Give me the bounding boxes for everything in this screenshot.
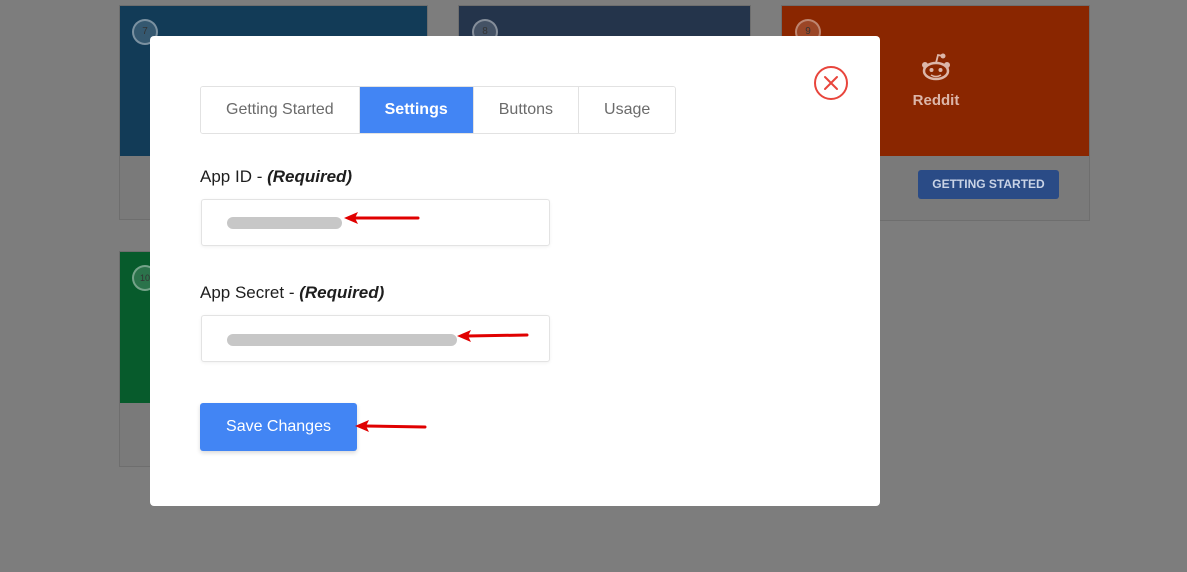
getting-started-button[interactable]: GETTING STARTED: [918, 170, 1059, 199]
redacted-value: [227, 217, 342, 229]
close-icon: [824, 76, 838, 90]
app-id-label: App ID - (Required): [200, 167, 352, 187]
tab-bar: Getting Started Settings Buttons Usage: [200, 86, 677, 134]
annotation-arrow-app-id: [344, 212, 420, 224]
background-card-10: 10: [119, 251, 158, 467]
tab-usage[interactable]: Usage: [579, 87, 676, 133]
tab-settings[interactable]: Settings: [359, 87, 474, 133]
tab-getting-started[interactable]: Getting Started: [201, 87, 360, 133]
settings-modal: Getting Started Settings Buttons Usage A…: [150, 36, 880, 506]
annotation-arrow-app-secret: [457, 330, 529, 342]
annotation-arrow-save: [355, 420, 427, 432]
lineapp-watermark: LineApp: [643, 149, 831, 201]
card-title: Reddit: [912, 92, 960, 109]
app-secret-label-text: App Secret -: [200, 283, 295, 302]
required-marker: (Required): [267, 167, 353, 186]
app-secret-label: App Secret - (Required): [200, 283, 384, 303]
app-id-label-text: App ID -: [200, 167, 263, 186]
tab-buttons[interactable]: Buttons: [473, 87, 580, 133]
save-changes-button[interactable]: Save Changes: [200, 403, 357, 451]
required-marker: (Required): [299, 283, 385, 302]
reddit-icon: [918, 52, 954, 89]
redacted-value: [227, 334, 457, 346]
close-button[interactable]: [814, 66, 848, 100]
